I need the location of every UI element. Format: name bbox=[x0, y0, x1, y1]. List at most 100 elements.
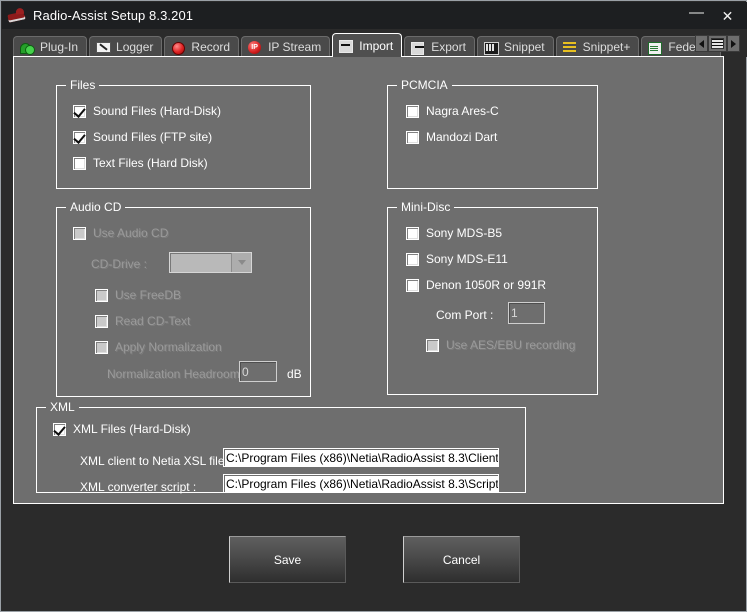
tab-import[interactable]: Import bbox=[332, 33, 402, 57]
checkbox-mandozi-dart[interactable]: Mandozi Dart bbox=[406, 130, 497, 144]
checkbox-label: Read CD-Text bbox=[115, 314, 190, 328]
xml-xsl-file-value: C:\Program Files (x86)\Netia\RadioAssist… bbox=[226, 451, 499, 465]
checkbox-xml-files-hard-disk[interactable]: XML Files (Hard-Disk) bbox=[53, 422, 191, 436]
panel-inner: Files Sound Files (Hard-Disk) Sound File… bbox=[34, 67, 704, 495]
tab-label: Snippet bbox=[504, 40, 545, 54]
tab-label: Logger bbox=[116, 40, 153, 54]
mini-disc-group: Mini-Disc Sony MDS-B5 Sony MDS-E11 Denon… bbox=[387, 207, 598, 395]
checkbox-box bbox=[73, 105, 86, 118]
checkbox-label: Use AES/EBU recording bbox=[446, 338, 575, 352]
checkbox-box bbox=[406, 227, 419, 240]
snippet-plus-icon bbox=[563, 41, 578, 54]
checkbox-text-files-hard-disk[interactable]: Text Files (Hard Disk) bbox=[73, 156, 208, 170]
mini-disc-group-label: Mini-Disc bbox=[397, 200, 454, 214]
checkbox-denon-1050r-991r[interactable]: Denon 1050R or 991R bbox=[406, 278, 546, 292]
export-icon bbox=[411, 41, 426, 54]
normalization-headroom-value: 0 bbox=[242, 365, 249, 379]
chevron-down-icon bbox=[231, 253, 251, 272]
ip-stream-icon bbox=[248, 41, 263, 54]
tab-export[interactable]: Export bbox=[404, 36, 475, 57]
pcmcia-group-label: PCMCIA bbox=[397, 78, 452, 92]
checkbox-use-aes-ebu-recording[interactable]: Use AES/EBU recording bbox=[426, 338, 575, 352]
tab-record[interactable]: Record bbox=[164, 36, 239, 57]
cd-drive-label: CD-Drive : bbox=[91, 257, 147, 271]
tab-label: Import bbox=[359, 39, 393, 53]
tab-label: Record bbox=[191, 40, 230, 54]
xml-xsl-file-input[interactable]: C:\Program Files (x86)\Netia\RadioAssist… bbox=[223, 448, 499, 467]
checkbox-sound-files-hard-disk[interactable]: Sound Files (Hard-Disk) bbox=[73, 104, 221, 118]
com-port-label: Com Port : bbox=[436, 308, 493, 322]
checkbox-box bbox=[406, 253, 419, 266]
checkbox-label: Use Audio CD bbox=[93, 226, 168, 240]
tab-label: IP Stream bbox=[268, 40, 321, 54]
checkbox-box bbox=[73, 157, 86, 170]
close-button[interactable]: ✕ bbox=[712, 3, 743, 28]
tab-scroll-controls bbox=[695, 34, 740, 53]
tab-plug-in[interactable]: Plug-In bbox=[13, 36, 87, 57]
checkbox-box bbox=[95, 341, 108, 354]
title-bar: Radio-Assist Setup 8.3.201 — ✕ bbox=[2, 2, 747, 29]
com-port-value: 1 bbox=[511, 306, 518, 320]
checkbox-box bbox=[53, 423, 66, 436]
import-tab-panel: Files Sound Files (Hard-Disk) Sound File… bbox=[13, 56, 724, 504]
checkbox-label: Sony MDS-B5 bbox=[426, 226, 502, 240]
checkbox-box bbox=[406, 279, 419, 292]
audio-cd-group: Audio CD Use Audio CD CD-Drive : Use Fre… bbox=[56, 207, 311, 397]
xml-converter-script-label: XML converter script : bbox=[80, 480, 196, 494]
checkbox-label: Mandozi Dart bbox=[426, 130, 497, 144]
tab-logger[interactable]: Logger bbox=[89, 36, 162, 57]
checkbox-label: Sound Files (FTP site) bbox=[93, 130, 212, 144]
cancel-button[interactable]: Cancel bbox=[403, 536, 520, 583]
audio-cd-group-label: Audio CD bbox=[66, 200, 125, 214]
tab-label: Plug-In bbox=[40, 40, 78, 54]
checkbox-read-cd-text[interactable]: Read CD-Text bbox=[95, 314, 190, 328]
import-icon bbox=[339, 39, 354, 52]
checkbox-label: Nagra Ares-C bbox=[426, 104, 499, 118]
tab-list-menu-button[interactable] bbox=[708, 35, 727, 52]
xml-group-label: XML bbox=[46, 400, 79, 414]
tab-scroll-left-button[interactable] bbox=[695, 35, 708, 52]
checkbox-label: Sony MDS-E11 bbox=[426, 252, 508, 266]
com-port-input[interactable]: 1 bbox=[508, 302, 545, 324]
chevron-right-icon bbox=[731, 40, 736, 48]
checkbox-sony-mds-e11[interactable]: Sony MDS-E11 bbox=[406, 252, 508, 266]
files-group-label: Files bbox=[66, 78, 99, 92]
setup-window: Radio-Assist Setup 8.3.201 — ✕ Plug-In L… bbox=[0, 0, 747, 612]
checkbox-apply-normalization[interactable]: Apply Normalization bbox=[95, 340, 222, 354]
checkbox-box bbox=[406, 105, 419, 118]
federall-icon bbox=[648, 41, 663, 54]
tab-ip-stream[interactable]: IP Stream bbox=[241, 36, 330, 57]
checkbox-label: Text Files (Hard Disk) bbox=[93, 156, 208, 170]
checkbox-sound-files-ftp[interactable]: Sound Files (FTP site) bbox=[73, 130, 212, 144]
checkbox-use-freedb[interactable]: Use FreeDB bbox=[95, 288, 181, 302]
save-button[interactable]: Save bbox=[229, 536, 346, 583]
tab-snippet[interactable]: Snippet bbox=[477, 36, 554, 57]
files-group: Files Sound Files (Hard-Disk) Sound File… bbox=[56, 85, 311, 189]
window-controls: — ✕ bbox=[681, 2, 743, 29]
normalization-headroom-label: Normalization Headroom : bbox=[107, 367, 246, 381]
cd-drive-select[interactable] bbox=[169, 252, 252, 273]
xml-converter-script-value: C:\Program Files (x86)\Netia\RadioAssist… bbox=[226, 477, 499, 491]
cancel-button-label: Cancel bbox=[443, 553, 480, 567]
checkbox-use-audio-cd[interactable]: Use Audio CD bbox=[73, 226, 168, 240]
checkbox-box bbox=[73, 227, 86, 240]
normalization-headroom-input[interactable]: 0 bbox=[239, 361, 277, 382]
tab-strip: Plug-In Logger Record IP Stream Import E… bbox=[2, 29, 747, 57]
window-title: Radio-Assist Setup 8.3.201 bbox=[33, 8, 681, 23]
tab-scroll-right-button[interactable] bbox=[727, 35, 740, 52]
checkbox-sony-mds-b5[interactable]: Sony MDS-B5 bbox=[406, 226, 502, 240]
pcmcia-group: PCMCIA Nagra Ares-C Mandozi Dart bbox=[387, 85, 598, 189]
xml-converter-script-input[interactable]: C:\Program Files (x86)\Netia\RadioAssist… bbox=[223, 474, 499, 493]
xml-xsl-file-label: XML client to Netia XSL file : bbox=[80, 454, 231, 468]
record-icon bbox=[171, 41, 186, 54]
checkbox-box bbox=[406, 131, 419, 144]
xml-group: XML XML Files (Hard-Disk) XML client to … bbox=[36, 407, 526, 493]
minimize-button[interactable]: — bbox=[681, 0, 712, 31]
checkbox-nagra-ares-c[interactable]: Nagra Ares-C bbox=[406, 104, 499, 118]
save-button-label: Save bbox=[274, 553, 301, 567]
checkbox-label: Denon 1050R or 991R bbox=[426, 278, 546, 292]
checkbox-label: Sound Files (Hard-Disk) bbox=[93, 104, 221, 118]
snippet-icon bbox=[484, 41, 499, 54]
tab-snippet-plus[interactable]: Snippet+ bbox=[556, 36, 640, 57]
checkbox-box bbox=[426, 339, 439, 352]
